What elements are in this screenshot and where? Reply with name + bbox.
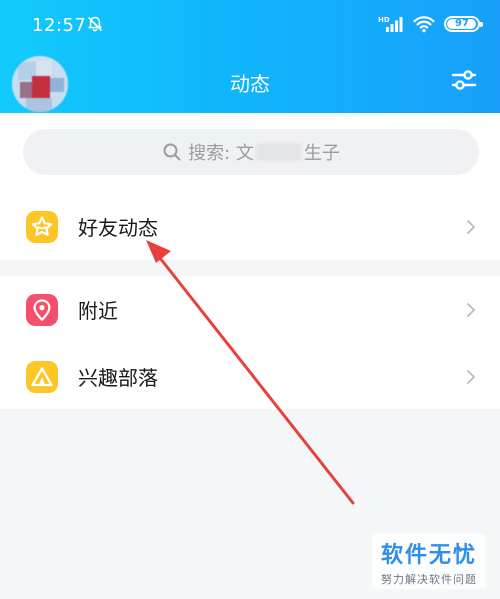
search-placeholder-suffix: 生子	[303, 143, 340, 164]
chevron-right-icon	[467, 369, 475, 384]
title-bar: 动态	[0, 48, 500, 113]
search-area: 搜索: 文 生子	[0, 113, 500, 193]
hd-signal-icon: HD	[378, 16, 403, 32]
list-item-nearby[interactable]: 附近	[0, 276, 500, 343]
battery-level-text: 97	[455, 18, 469, 29]
section-friends: 好友动态	[0, 193, 500, 260]
list-item-label: 好友动态	[78, 216, 158, 240]
battery-icon: 97	[444, 16, 483, 32]
redacted-text-mask	[255, 143, 302, 161]
status-icons: HD 97	[378, 14, 483, 34]
list-item-label: 附近	[78, 299, 118, 323]
screen: 12:57 HD 97 动态 搜索: 文 生子 好友动态 附近 兴趣部落 软件无…	[0, 0, 500, 599]
list-item-interest-tribe[interactable]: 兴趣部落	[0, 343, 500, 410]
watermark-title: 软件无忧	[380, 543, 477, 568]
list-item-friend-feed[interactable]: 好友动态	[0, 193, 500, 260]
star-icon	[26, 210, 58, 243]
chevron-right-icon	[467, 219, 475, 234]
filter-sliders-icon[interactable]	[450, 66, 478, 94]
tent-icon	[26, 360, 58, 393]
search-placeholder-prefix: 搜索: 文	[188, 143, 254, 164]
search-input[interactable]: 搜索: 文 生子	[23, 129, 479, 175]
wifi-icon	[413, 16, 435, 33]
chevron-right-icon	[467, 302, 475, 317]
network-badge: HD	[378, 16, 390, 24]
bell-muted-icon	[87, 16, 103, 32]
status-time: 12:57	[32, 15, 87, 36]
section-discover: 附近 兴趣部落	[0, 276, 500, 409]
location-pin-icon	[26, 293, 58, 326]
page-title: 动态	[230, 72, 270, 96]
header: 12:57 HD 97 动态	[0, 0, 500, 113]
watermark-subtitle: 努力解决软件问题	[381, 573, 477, 586]
search-icon	[163, 143, 181, 161]
status-bar: 12:57 HD 97	[0, 0, 500, 48]
list-item-label: 兴趣部落	[78, 366, 158, 390]
watermark: 软件无忧 努力解决软件问题	[372, 533, 486, 589]
